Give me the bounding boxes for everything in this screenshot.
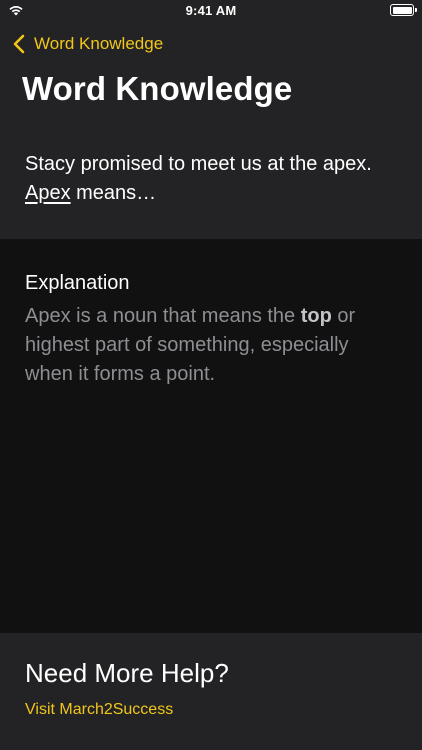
question-text: Stacy promised to meet us at the apex. A… — [25, 150, 400, 208]
visit-march2success-link[interactable]: Visit March2Success — [25, 701, 173, 719]
explanation-text: Apex is a noun that means the top or hig… — [25, 302, 400, 389]
status-bar: 9:41 AM — [0, 0, 422, 22]
question-before: Stacy promised to meet us at the apex. — [25, 153, 372, 175]
help-panel: Need More Help? Visit March2Success — [0, 633, 422, 750]
explanation-bold-word: top — [300, 305, 332, 327]
chevron-left-icon — [13, 34, 25, 54]
status-time: 9:41 AM — [185, 3, 237, 18]
back-button[interactable]: Word Knowledge — [12, 32, 163, 56]
battery-icon — [390, 4, 417, 16]
explanation-heading: Explanation — [25, 272, 130, 294]
back-button-label: Word Knowledge — [34, 34, 164, 53]
help-heading: Need More Help? — [25, 658, 229, 688]
explanation-before: Apex is a noun that means the — [25, 305, 301, 327]
question-after: means… — [70, 182, 157, 204]
question-word: Apex — [25, 182, 71, 204]
page-title: Word Knowledge — [22, 70, 293, 107]
